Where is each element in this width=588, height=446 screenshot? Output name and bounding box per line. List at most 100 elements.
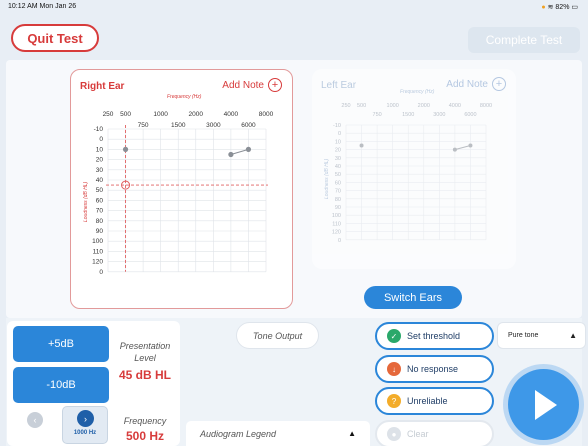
freq-tick-label: 1500 <box>402 112 414 118</box>
freq-tick-label: 750 <box>373 112 382 118</box>
top-bar: Quit Test Complete Test <box>0 18 588 58</box>
chevron-right-icon[interactable]: › <box>77 410 94 427</box>
db-tick-label: 0 <box>338 238 341 244</box>
threshold-point <box>468 143 473 148</box>
complete-test-button[interactable]: Complete Test <box>468 27 580 53</box>
freq-tick-label: 500 <box>120 111 131 118</box>
db-tick-label: 20 <box>96 157 104 164</box>
freq-tick-label: 4000 <box>224 111 239 118</box>
db-tick-label: 80 <box>335 197 341 203</box>
set-threshold-button[interactable]: ✓ Set threshold <box>375 322 494 350</box>
db-tick-label: 50 <box>335 172 341 178</box>
next-frequency-chip: 1000 Hz <box>73 430 97 436</box>
db-tick-label: 0 <box>99 136 103 143</box>
clear-icon: ● <box>387 427 401 441</box>
threshold-point <box>228 151 234 158</box>
freq-tick-label: 6000 <box>464 112 476 118</box>
db-tick-label: 30 <box>96 167 104 174</box>
decrease-level-button[interactable]: -10dB <box>13 367 109 403</box>
caret-up-icon: ▲ <box>569 331 577 340</box>
threshold-point <box>359 143 364 148</box>
caret-up-icon: ▲ <box>348 429 356 438</box>
freq-tick-label: 2000 <box>189 111 204 118</box>
play-button[interactable] <box>508 369 579 440</box>
location-icon: ● <box>541 4 546 11</box>
no-response-label: No response <box>407 364 459 374</box>
freq-tick-label: 2000 <box>418 103 430 109</box>
unreliable-button[interactable]: ? Unreliable <box>375 387 494 415</box>
clear-button[interactable]: ● Clear <box>375 420 494 446</box>
wifi-icon: ≋ <box>547 4 554 11</box>
db-tick-label: 100 <box>92 238 103 245</box>
right-ear-audiogram[interactable]: -10 0 10 20 30 40 50 60 70 80 90 100 110 120 0 250 500 10… <box>71 70 294 310</box>
frequency-label: Frequency <box>123 416 167 426</box>
legend-label: Audiogram Legend <box>200 429 277 439</box>
chevron-left-icon[interactable]: ‹ <box>27 412 43 428</box>
db-tick-label: 80 <box>96 218 104 225</box>
db-tick-label: 110 <box>332 221 341 227</box>
db-tick-label: 0 <box>338 131 341 137</box>
question-icon: ? <box>387 394 401 408</box>
left-ear-card[interactable]: Left Ear Add Note + Frequency (Hz) Loudn… <box>312 69 516 269</box>
db-tick-label: 90 <box>96 228 104 235</box>
tone-output-button[interactable]: Tone Output <box>236 322 319 349</box>
db-tick-label: 40 <box>96 177 104 184</box>
db-tick-label: 120 <box>332 230 341 236</box>
arrow-down-icon: ↓ <box>387 362 401 376</box>
freq-tick-label: 250 <box>341 103 350 109</box>
db-tick-label: 0 <box>99 269 103 276</box>
switch-ears-button[interactable]: Switch Ears <box>364 286 462 309</box>
right-ear-card[interactable]: Right Ear Add Note + Frequency (Hz) Loud… <box>70 69 293 309</box>
tone-type-value: Pure tone <box>508 332 539 339</box>
freq-tick-label: 6000 <box>241 122 256 129</box>
db-tick-label: 120 <box>92 259 103 266</box>
db-tick-label: 90 <box>335 205 341 211</box>
freq-tick-label: 1000 <box>387 103 399 109</box>
db-tick-label: 100 <box>332 213 341 219</box>
frequency-value: 500 Hz <box>125 429 165 443</box>
threshold-point <box>452 147 457 152</box>
db-tick-label: -10 <box>94 126 104 133</box>
db-tick-label: 20 <box>335 148 341 154</box>
check-icon: ✓ <box>387 329 401 343</box>
status-bar: 10:12 AM Mon Jan 26 ● ≋ 82% ▭ <box>0 0 588 18</box>
freq-tick-label: 4000 <box>449 103 461 109</box>
db-tick-label: 10 <box>335 139 341 145</box>
freq-tick-label: 500 <box>357 103 366 109</box>
audiogram-legend-toggle[interactable]: Audiogram Legend ▲ <box>186 421 370 446</box>
threshold-line <box>454 145 471 151</box>
status-right: ● ≋ 82% ▭ <box>541 3 578 11</box>
db-tick-label: 50 <box>96 187 104 194</box>
unreliable-label: Unreliable <box>407 396 448 406</box>
set-threshold-label: Set threshold <box>407 331 461 341</box>
db-tick-label: 10 <box>96 146 104 153</box>
no-response-button[interactable]: ↓ No response <box>375 355 494 383</box>
db-tick-label: 30 <box>335 156 341 162</box>
freq-tick-label: 8000 <box>480 103 492 109</box>
play-icon <box>534 389 557 420</box>
freq-tick-label: 1500 <box>171 122 186 129</box>
db-tick-label: 60 <box>335 180 341 186</box>
db-tick-label: 70 <box>335 189 341 195</box>
db-tick-label: 60 <box>96 197 104 204</box>
freq-tick-label: 8000 <box>259 111 274 118</box>
threshold-point <box>245 146 252 152</box>
left-ear-audiogram[interactable]: -10 0 10 20 30 40 50 60 70 80 90 100 110 120 0 250 500 10… <box>312 69 516 269</box>
threshold-line <box>230 148 249 155</box>
status-time: 10:12 AM Mon Jan 26 <box>8 3 77 10</box>
db-tick-label: 110 <box>93 248 104 255</box>
db-tick-label: 40 <box>335 164 341 170</box>
freq-tick-label: 250 <box>103 111 114 118</box>
tone-type-select[interactable]: Pure tone ▲ <box>497 322 586 349</box>
threshold-point <box>122 146 129 152</box>
presentation-level-value: 45 dB HL <box>118 368 171 382</box>
clear-label: Clear <box>407 429 429 439</box>
freq-tick-label: 3000 <box>206 122 221 129</box>
presentation-level-label: Presentation Level <box>119 341 171 364</box>
freq-tick-label: 750 <box>138 122 149 129</box>
db-tick-label: 70 <box>96 208 104 215</box>
battery-percent: 82% <box>555 4 570 11</box>
quit-test-button[interactable]: Quit Test <box>11 24 99 52</box>
battery-icon: ▭ <box>571 4 578 11</box>
increase-level-button[interactable]: +5dB <box>13 326 109 362</box>
